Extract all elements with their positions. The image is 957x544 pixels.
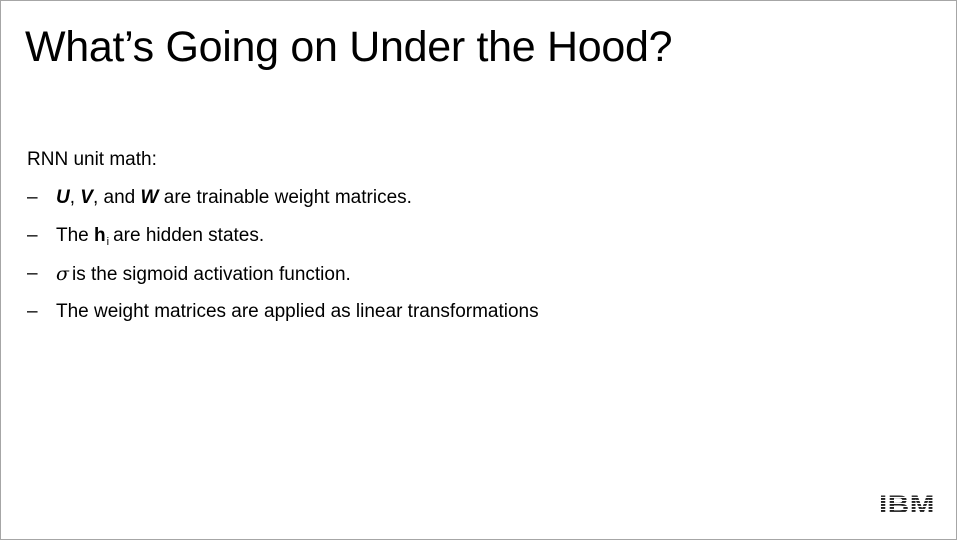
bullet-marker: – (27, 225, 38, 246)
bullet-marker: – (27, 187, 38, 208)
slide-title: What’s Going on Under the Hood? (25, 23, 673, 71)
separator-text: , and (92, 187, 141, 208)
matrix-w: W (140, 187, 159, 208)
bullet-rest-text: are hidden states. (113, 225, 265, 246)
ibm-logo-icon: IBM (878, 492, 936, 516)
matrix-v: V (80, 187, 93, 208)
sigma-symbol: σ (56, 263, 69, 285)
bullet-text: The weight matrices are applied as linea… (56, 301, 539, 322)
bullet-text: The hi are hidden states. (56, 224, 264, 254)
intro-text: RNN unit math: (27, 149, 157, 170)
slide: What’s Going on Under the Hood? RNN unit… (0, 0, 957, 540)
separator-text: , (69, 187, 81, 208)
bullet-marker: – (27, 301, 38, 322)
hidden-state-subscript: i (106, 236, 110, 248)
bullet-prefix-text: The (56, 225, 95, 246)
bullet-text: U, V, and W are trainable weight matrice… (56, 186, 412, 210)
hidden-state-symbol: h (94, 225, 106, 246)
bullet-rest-text: are trainable weight matrices. (158, 187, 412, 208)
bullet-text: σ is the sigmoid activation function. (56, 262, 351, 287)
bullet-marker: – (27, 263, 38, 284)
matrix-u: U (56, 187, 70, 208)
bullet-rest-text: is the sigmoid activation function. (71, 264, 351, 285)
